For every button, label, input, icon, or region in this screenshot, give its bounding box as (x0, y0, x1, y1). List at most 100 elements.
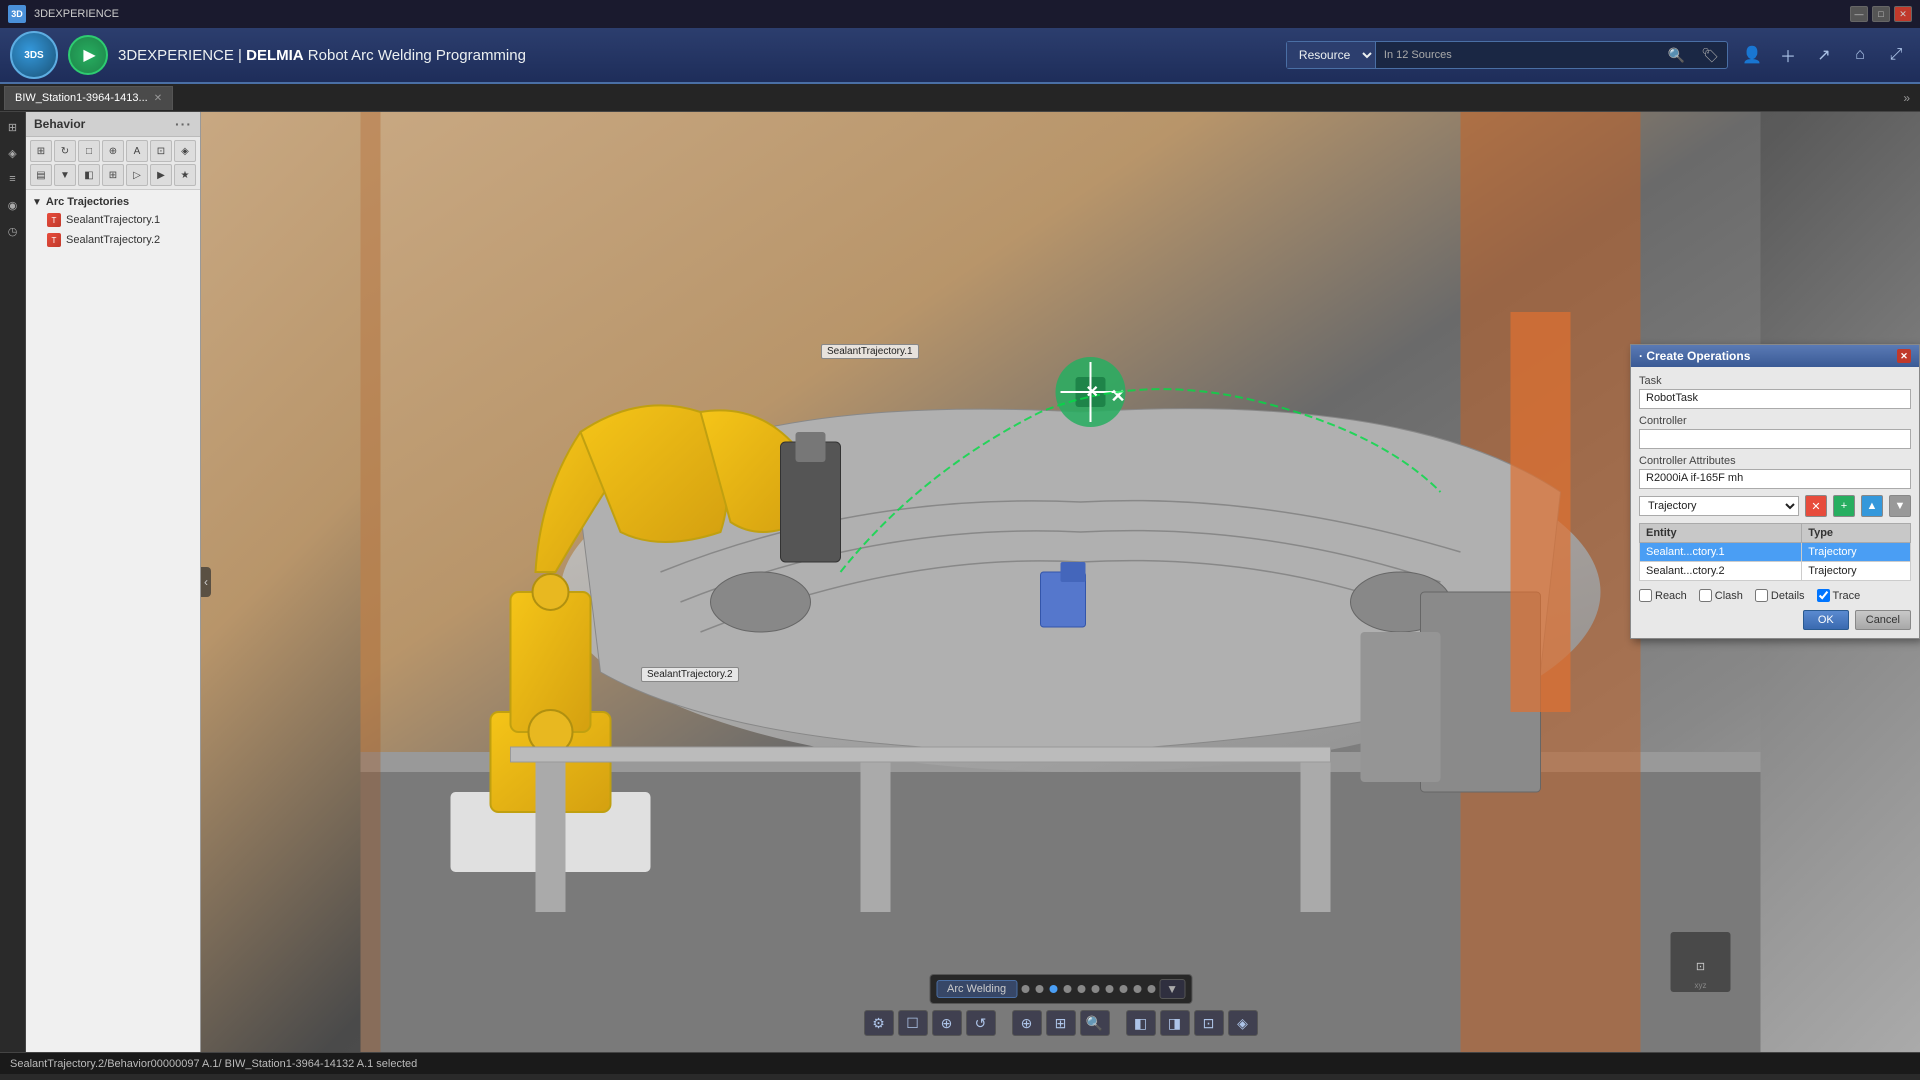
bottom-tool-2[interactable]: ☐ (898, 1010, 928, 1036)
type-column-header: Type (1802, 524, 1911, 543)
app-logo: 3DS (10, 31, 58, 79)
dot-7 (1105, 985, 1113, 993)
tree-item-trajectory-1[interactable]: T SealantTrajectory.1 (26, 210, 200, 230)
scene-label-1: SealantTrajectory.1 (821, 344, 919, 359)
tool-btn-14[interactable]: ★ (174, 164, 196, 186)
bottom-tool-8[interactable]: ◧ (1126, 1010, 1156, 1036)
left-icon-1[interactable]: ⊞ (2, 116, 24, 138)
bottom-tool-7[interactable]: 🔍 (1080, 1010, 1110, 1036)
home-icon[interactable]: ⌂ (1846, 41, 1874, 69)
bottom-tool-9[interactable]: ◨ (1160, 1010, 1190, 1036)
tool-btn-4[interactable]: ⊕ (102, 140, 124, 162)
status-text: SealantTrajectory.2/Behavior00000097 A.1… (10, 1058, 417, 1070)
tool-btn-2[interactable]: ↻ (54, 140, 76, 162)
operations-table: Entity Type Sealant...ctory.1 Trajectory… (1639, 523, 1911, 581)
ok-button[interactable]: OK (1803, 610, 1849, 630)
tab-bar: BIW_Station1-3964-1413... ✕ » (0, 84, 1920, 112)
bottom-tool-6[interactable]: ⊞ (1046, 1010, 1076, 1036)
left-icon-5[interactable]: ◷ (2, 220, 24, 242)
expand-icon[interactable]: ⤢ (1882, 41, 1910, 69)
bottom-tool-11[interactable]: ◈ (1228, 1010, 1258, 1036)
dialog-checkboxes: Reach Clash Details Trace (1639, 589, 1911, 602)
clash-checkbox[interactable] (1699, 589, 1712, 602)
toolbar-expand-button[interactable]: ▼ (1159, 979, 1185, 999)
tool-btn-12[interactable]: ▷ (126, 164, 148, 186)
titlebar-text: 3DEXPERIENCE (34, 8, 1842, 20)
dot-10 (1147, 985, 1155, 993)
controller-attrs-label: Controller Attributes (1639, 455, 1911, 467)
move-down-button[interactable]: ▼ (1889, 495, 1911, 517)
tool-btn-3[interactable]: □ (78, 140, 100, 162)
tool-btn-1[interactable]: ⊞ (30, 140, 52, 162)
tool-btn-6[interactable]: ⊡ (150, 140, 172, 162)
details-checkbox[interactable] (1755, 589, 1768, 602)
tab-collapse-button[interactable]: » (1897, 91, 1916, 105)
behavior-panel-title: Behavior (34, 117, 85, 131)
bottom-tool-5[interactable]: ⊕ (1012, 1010, 1042, 1036)
svg-text:⊡: ⊡ (1696, 961, 1705, 973)
tag-icon[interactable]: 🏷 (1693, 47, 1727, 64)
clash-label: Clash (1715, 590, 1743, 602)
search-resource-dropdown[interactable]: Resource (1287, 42, 1376, 68)
tool-btn-8[interactable]: ▤ (30, 164, 52, 186)
reach-checkbox[interactable] (1639, 589, 1652, 602)
trace-checkbox[interactable] (1817, 589, 1830, 602)
dialog-body: Task RobotTask Controller Controller Att… (1631, 367, 1919, 638)
dot-6 (1091, 985, 1099, 993)
tool-btn-11[interactable]: ⊞ (102, 164, 124, 186)
3d-viewport[interactable]: ✕ ✕ ⊡ xyz (201, 112, 1920, 1052)
share-icon[interactable]: ↗ (1810, 41, 1838, 69)
tool-btn-7[interactable]: ◈ (174, 140, 196, 162)
logo-text: 3DS (24, 50, 43, 61)
reach-checkbox-item: Reach (1639, 589, 1687, 602)
search-in-label: In 12 Sources (1376, 49, 1460, 61)
tab-close-icon[interactable]: ✕ (154, 93, 162, 104)
trajectory-dropdown[interactable]: Trajectory (1639, 496, 1799, 516)
trajectory-row: Trajectory ✕ + ▲ ▼ (1639, 495, 1911, 517)
scene-label-2: SealantTrajectory.2 (641, 667, 739, 682)
panel-dots-icon[interactable]: ··· (175, 116, 192, 132)
behavior-panel-header: Behavior ··· (26, 112, 200, 137)
tree-item-trajectory-2[interactable]: T SealantTrajectory.2 (26, 230, 200, 250)
tool-btn-13[interactable]: ▶ (150, 164, 172, 186)
panel-collapse-arrow[interactable]: ‹ (201, 567, 211, 597)
tool-btn-10[interactable]: ◧ (78, 164, 100, 186)
play-button[interactable] (68, 35, 108, 75)
maximize-button[interactable]: □ (1872, 6, 1890, 22)
trajectory-icon-1: T (46, 212, 62, 228)
add-trajectory-button[interactable]: + (1833, 495, 1855, 517)
add-icon[interactable]: ＋ (1774, 41, 1802, 69)
dialog-close-button[interactable]: ✕ (1897, 349, 1911, 363)
task-field: Task RobotTask (1639, 375, 1911, 409)
move-up-button[interactable]: ▲ (1861, 495, 1883, 517)
remove-trajectory-button[interactable]: ✕ (1805, 495, 1827, 517)
behavior-panel-toolbar: ⊞ ↻ □ ⊕ A ⊡ ◈ ▤ ▼ ◧ ⊞ ▷ ▶ ★ (26, 137, 200, 190)
cancel-button[interactable]: Cancel (1855, 610, 1911, 630)
search-icon[interactable]: 🔍 (1660, 47, 1693, 64)
tool-btn-9[interactable]: ▼ (54, 164, 76, 186)
bottom-tool-1[interactable]: ⚙ (864, 1010, 894, 1036)
table-row-2[interactable]: Sealant...ctory.2 Trajectory (1640, 562, 1911, 581)
search-input[interactable] (1460, 48, 1660, 62)
main-status-bar: SealantTrajectory.2/Behavior00000097 A.1… (0, 1052, 1920, 1074)
bottom-tool-4[interactable]: ↺ (966, 1010, 996, 1036)
trajectory-label-2: SealantTrajectory.2 (66, 234, 160, 246)
left-icon-4[interactable]: ◉ (2, 194, 24, 216)
dot-4 (1063, 985, 1071, 993)
close-button[interactable]: ✕ (1894, 6, 1912, 22)
left-icon-2[interactable]: ◈ (2, 142, 24, 164)
minimize-button[interactable]: — (1850, 6, 1868, 22)
titlebar: 3D 3DEXPERIENCE — □ ✕ (0, 0, 1920, 28)
bottom-tool-3[interactable]: ⊕ (932, 1010, 962, 1036)
bottom-tool-10[interactable]: ⊡ (1194, 1010, 1224, 1036)
user-icon[interactable]: 👤 (1738, 41, 1766, 69)
dot-3 (1049, 985, 1057, 993)
arc-trajectories-section[interactable]: ▼ Arc Trajectories (26, 194, 200, 210)
arc-welding-tab[interactable]: Arc Welding (936, 980, 1017, 998)
table-row-1[interactable]: Sealant...ctory.1 Trajectory (1640, 543, 1911, 562)
main-tab[interactable]: BIW_Station1-3964-1413... ✕ (4, 86, 173, 110)
dialog-titlebar: · Create Operations ✕ (1631, 345, 1919, 367)
dot-1 (1021, 985, 1029, 993)
left-icon-3[interactable]: ≡ (2, 168, 24, 190)
tool-btn-5[interactable]: A (126, 140, 148, 162)
